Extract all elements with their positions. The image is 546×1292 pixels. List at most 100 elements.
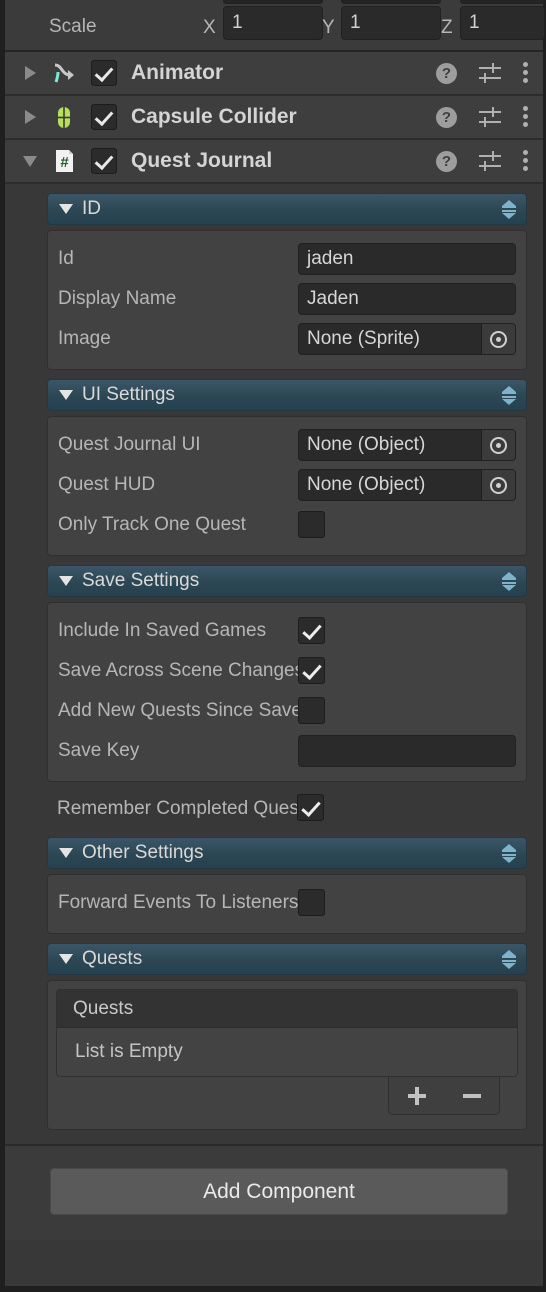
position-stub-field-z[interactable]	[460, 0, 545, 4]
add-quest-button[interactable]	[405, 1084, 429, 1108]
property-label-include-in-saved-games: Include In Saved Games	[58, 620, 267, 641]
help-icon[interactable]: ?	[436, 106, 457, 128]
display-name-input[interactable]: Jaden	[298, 283, 516, 315]
chevron-down-icon	[59, 204, 73, 214]
quest-hud-value: None (Object)	[307, 474, 426, 495]
inspector-footer: Add Component	[5, 1144, 543, 1240]
section-header-ui-settings[interactable]: UI Settings	[47, 379, 527, 411]
component-title-quest-journal: Quest Journal	[131, 149, 273, 172]
section-body-id: Id jaden Display Name Jaden Image None (…	[47, 230, 527, 370]
section-header-other-settings[interactable]: Other Settings	[47, 837, 527, 869]
section-body-other-settings: Forward Events To Listeners	[47, 874, 527, 934]
property-label-display-name: Display Name	[58, 288, 177, 309]
property-label-forward-events-to-listeners: Forward Events To Listeners	[58, 892, 299, 913]
quests-list-header[interactable]: Quests	[57, 990, 517, 1028]
add-new-quests-since-save-checkbox[interactable]	[298, 697, 325, 724]
section-title-id: ID	[82, 198, 101, 219]
quests-list-container: Quests List is Empty	[47, 980, 527, 1130]
property-label-quest-journal-ui: Quest Journal UI	[58, 434, 201, 455]
save-key-input[interactable]	[298, 735, 516, 767]
section-header-quests[interactable]: Quests	[47, 943, 527, 975]
position-stub-field-x[interactable]	[223, 0, 323, 4]
forward-events-to-listeners-checkbox[interactable]	[298, 889, 325, 916]
animator-icon	[49, 58, 79, 88]
component-enabled-checkbox-capsule-collider[interactable]	[91, 104, 117, 130]
preset-settings-icon[interactable]	[479, 151, 501, 171]
property-row-quest-hud: Quest HUD None (Object)	[48, 465, 526, 505]
component-title-capsule-collider: Capsule Collider	[131, 105, 297, 128]
component-title-animator: Animator	[131, 61, 224, 84]
position-stub-field-y[interactable]	[341, 0, 441, 4]
property-label-only-track-one-quest: Only Track One Quest	[58, 514, 246, 535]
property-row-save-key: Save Key	[48, 731, 526, 771]
quests-list-buttons	[388, 1077, 500, 1115]
object-picker-icon[interactable]	[481, 470, 515, 500]
remove-quest-button[interactable]	[460, 1084, 484, 1108]
property-label-image: Image	[58, 328, 111, 349]
component-enabled-checkbox-animator[interactable]	[91, 60, 117, 86]
scale-value-x: 1	[232, 12, 243, 33]
more-options-icon[interactable]	[523, 62, 529, 84]
more-options-icon[interactable]	[523, 106, 529, 128]
section-title-ui-settings: UI Settings	[82, 384, 175, 405]
id-input[interactable]: jaden	[298, 243, 516, 275]
quest-journal-ui-object-field[interactable]: None (Object)	[298, 429, 516, 461]
help-icon[interactable]: ?	[436, 150, 457, 172]
chevron-down-icon	[59, 390, 73, 400]
component-tools-capsule-collider: ?	[436, 96, 529, 138]
property-row-display-name: Display Name Jaden	[48, 279, 526, 319]
sort-arrows-icon[interactable]	[502, 570, 516, 592]
axis-label-y: Y	[322, 17, 335, 38]
property-label-add-new-quests-since-save: Add New Quests Since Save	[58, 700, 300, 721]
quest-journal-body: ID Id jaden Display Name Jaden Image Non…	[5, 193, 543, 1130]
component-tools-quest-journal: ?	[436, 140, 529, 182]
add-component-button[interactable]: Add Component	[50, 1168, 508, 1215]
more-options-icon[interactable]	[523, 150, 529, 172]
preset-settings-icon[interactable]	[479, 63, 501, 83]
add-component-label: Add Component	[203, 1179, 355, 1203]
quests-list-empty-label: List is Empty	[75, 1041, 183, 1062]
quest-hud-object-field[interactable]: None (Object)	[298, 469, 516, 501]
component-enabled-checkbox-quest-journal[interactable]	[91, 148, 117, 174]
preset-settings-icon[interactable]	[479, 107, 501, 127]
property-row-remember-completed: Remember Completed Quests	[47, 790, 527, 828]
scale-label: Scale	[49, 16, 97, 37]
component-header-animator[interactable]: Animator ?	[5, 52, 543, 96]
foldout-arrow-capsule-collider[interactable]	[17, 110, 43, 124]
chevron-down-icon	[59, 576, 73, 586]
property-row-add-new-quests-since-save: Add New Quests Since Save	[48, 691, 526, 731]
property-row-forward-events-to-listeners: Forward Events To Listeners	[48, 883, 526, 923]
section-body-save-settings: Include In Saved Games Save Across Scene…	[47, 602, 527, 782]
sort-arrows-icon[interactable]	[502, 842, 516, 864]
property-row-include-in-saved-games: Include In Saved Games	[48, 611, 526, 651]
object-picker-icon[interactable]	[481, 324, 515, 354]
object-picker-icon[interactable]	[481, 430, 515, 460]
transform-scale-row: Scale X 1 Y 1 Z 1	[5, 0, 545, 52]
csharp-script-icon: #	[49, 146, 79, 176]
section-header-save-settings[interactable]: Save Settings	[47, 565, 527, 597]
remember-completed-checkbox[interactable]	[297, 794, 324, 821]
help-icon[interactable]: ?	[436, 62, 457, 84]
section-header-id[interactable]: ID	[47, 193, 527, 225]
save-across-scene-changes-checkbox[interactable]	[298, 657, 325, 684]
only-track-one-quest-checkbox[interactable]	[298, 511, 325, 538]
inspector-panel: Scale X 1 Y 1 Z 1 Animator ? Capsule Col…	[0, 0, 546, 1292]
sort-arrows-icon[interactable]	[502, 384, 516, 406]
section-body-ui-settings: Quest Journal UI None (Object) Quest HUD…	[47, 416, 527, 556]
chevron-down-icon	[59, 954, 73, 964]
quests-list-header-label: Quests	[73, 997, 134, 1019]
scale-field-x[interactable]: 1	[223, 6, 323, 40]
component-header-quest-journal[interactable]: # Quest Journal ?	[5, 140, 543, 184]
scale-field-z[interactable]: 1	[460, 6, 545, 40]
foldout-arrow-animator[interactable]	[17, 66, 43, 80]
image-object-field[interactable]: None (Sprite)	[298, 323, 516, 355]
quests-list: Quests List is Empty	[56, 989, 518, 1077]
component-header-capsule-collider[interactable]: Capsule Collider ?	[5, 96, 543, 140]
scale-field-y[interactable]: 1	[341, 6, 441, 40]
property-label-save-key: Save Key	[58, 740, 140, 761]
sort-arrows-icon[interactable]	[502, 198, 516, 220]
include-in-saved-games-checkbox[interactable]	[298, 617, 325, 644]
foldout-arrow-quest-journal[interactable]	[17, 155, 43, 167]
property-label-save-across-scene-changes: Save Across Scene Changes	[58, 660, 300, 681]
sort-arrows-icon[interactable]	[502, 948, 516, 970]
